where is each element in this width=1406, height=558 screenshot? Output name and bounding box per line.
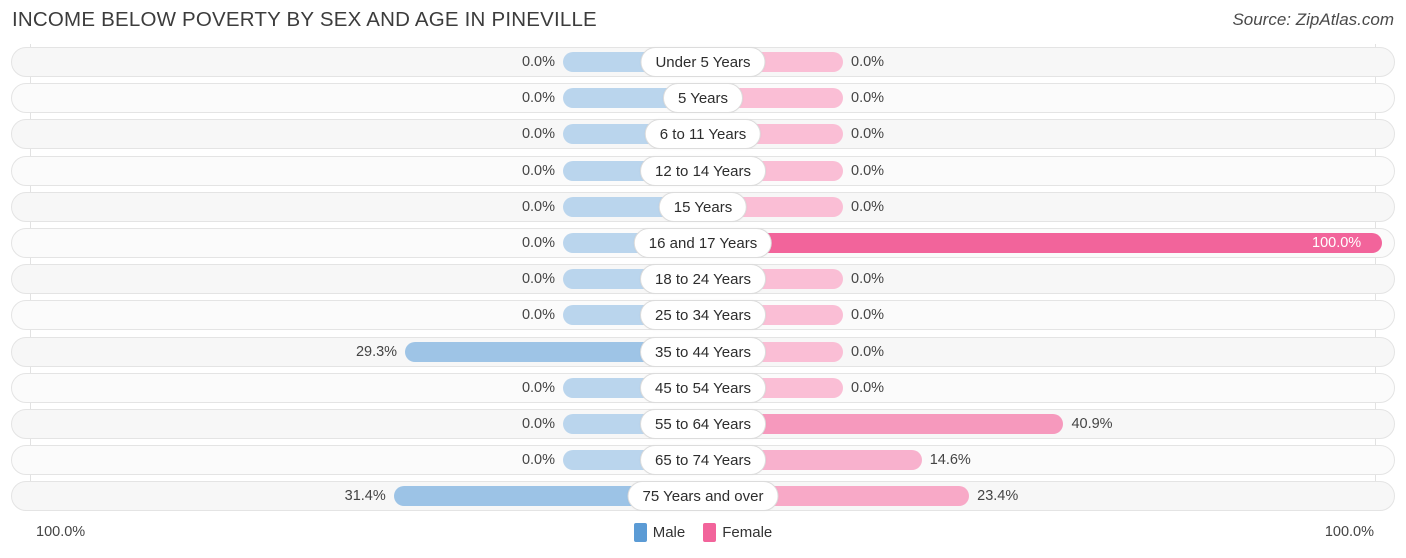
male-swatch-icon bbox=[633, 523, 647, 542]
chart-row: 0.0% 0.0% 25 to 34 Years bbox=[0, 297, 1406, 333]
value-label-female: 0.0% bbox=[851, 343, 885, 360]
category-label: 5 Years bbox=[662, 83, 744, 114]
chart-row: 0.0% 0.0% 18 to 24 Years bbox=[0, 261, 1406, 297]
value-label-female: 0.0% bbox=[851, 90, 885, 107]
value-label-female: 0.0% bbox=[851, 162, 885, 179]
value-label-female: 40.9% bbox=[1071, 415, 1113, 432]
category-label: 25 to 34 Years bbox=[640, 300, 766, 331]
value-label-female: 0.0% bbox=[851, 379, 885, 396]
legend-item[interactable]: Male bbox=[633, 523, 686, 542]
chart-row: 0.0% 100.0% 16 and 17 Years bbox=[0, 225, 1406, 261]
value-label-female: 0.0% bbox=[851, 126, 885, 143]
value-label-male: 0.0% bbox=[521, 271, 555, 288]
female-swatch-icon bbox=[703, 523, 717, 542]
value-label-female: 0.0% bbox=[851, 271, 885, 288]
legend-item[interactable]: Female bbox=[703, 523, 772, 542]
value-label-male: 0.0% bbox=[521, 162, 555, 179]
value-label-male: 31.4% bbox=[344, 488, 386, 505]
category-label: 15 Years bbox=[658, 191, 748, 222]
value-label-female: 0.0% bbox=[851, 54, 885, 70]
category-label: 35 to 44 Years bbox=[640, 336, 766, 367]
value-label-female: 23.4% bbox=[977, 488, 1019, 505]
value-label-male: 0.0% bbox=[521, 198, 555, 215]
category-label: 75 Years and over bbox=[627, 481, 779, 512]
bar-female bbox=[703, 232, 1382, 253]
category-label: 12 to 14 Years bbox=[640, 155, 766, 186]
value-label-male: 0.0% bbox=[521, 452, 555, 469]
chart-row: 29.3% 0.0% 35 to 44 Years bbox=[0, 334, 1406, 370]
chart-row: 0.0% 0.0% 5 Years bbox=[0, 80, 1406, 116]
chart-row: 0.0% 0.0% 6 to 11 Years bbox=[0, 116, 1406, 152]
category-label: Under 5 Years bbox=[640, 47, 766, 77]
value-label-male: 0.0% bbox=[521, 126, 555, 143]
page-title: INCOME BELOW POVERTY BY SEX AND AGE IN P… bbox=[12, 8, 597, 31]
chart-rows: 0.0% 0.0% Under 5 Years 0.0% 0.0% 5 Years 0.0%… bbox=[0, 44, 1406, 514]
value-label-female: 14.6% bbox=[929, 452, 971, 469]
category-label: 45 to 54 Years bbox=[640, 372, 766, 403]
value-label-female: 100.0% bbox=[1312, 234, 1362, 251]
chart-plot-area: 0.0% 0.0% Under 5 Years 0.0% 0.0% 5 Years 0.0%… bbox=[0, 44, 1406, 520]
value-label-male: 0.0% bbox=[521, 379, 555, 396]
chart-row: 0.0% 0.0% 45 to 54 Years bbox=[0, 370, 1406, 406]
source-attribution: Source: ZipAtlas.com bbox=[1232, 10, 1394, 29]
category-label: 65 to 74 Years bbox=[640, 445, 766, 476]
chart-legend: Male Female bbox=[0, 523, 1406, 542]
category-label: 55 to 64 Years bbox=[640, 408, 766, 439]
chart-row: 0.0% 40.9% 55 to 64 Years bbox=[0, 406, 1406, 442]
chart-row: 0.0% 14.6% 65 to 74 Years bbox=[0, 442, 1406, 478]
legend-label: Female bbox=[722, 524, 773, 541]
chart-row: 0.0% 0.0% 12 to 14 Years bbox=[0, 153, 1406, 189]
value-label-male: 29.3% bbox=[355, 343, 398, 360]
category-label: 6 to 11 Years bbox=[644, 119, 762, 150]
chart-row: 0.0% 0.0% Under 5 Years bbox=[0, 44, 1406, 80]
value-label-male: 0.0% bbox=[521, 415, 555, 432]
value-label-male: 0.0% bbox=[521, 54, 555, 70]
chart-footer: 100.0% Male Female 100.0% bbox=[0, 520, 1406, 558]
axis-label-right: 100.0% bbox=[1324, 524, 1374, 540]
legend-label: Male bbox=[652, 524, 686, 541]
chart-header: INCOME BELOW POVERTY BY SEX AND AGE IN P… bbox=[0, 0, 1406, 42]
chart-row: 31.4% 23.4% 75 Years and over bbox=[0, 478, 1406, 514]
category-label: 16 and 17 Years bbox=[633, 227, 773, 258]
value-label-male: 0.0% bbox=[521, 307, 555, 324]
chart-row: 0.0% 0.0% 15 Years bbox=[0, 189, 1406, 225]
value-label-male: 0.0% bbox=[521, 90, 555, 107]
value-label-female: 0.0% bbox=[851, 307, 885, 324]
value-label-male: 0.0% bbox=[521, 234, 555, 251]
value-label-female: 0.0% bbox=[851, 198, 885, 215]
category-label: 18 to 24 Years bbox=[640, 264, 766, 295]
